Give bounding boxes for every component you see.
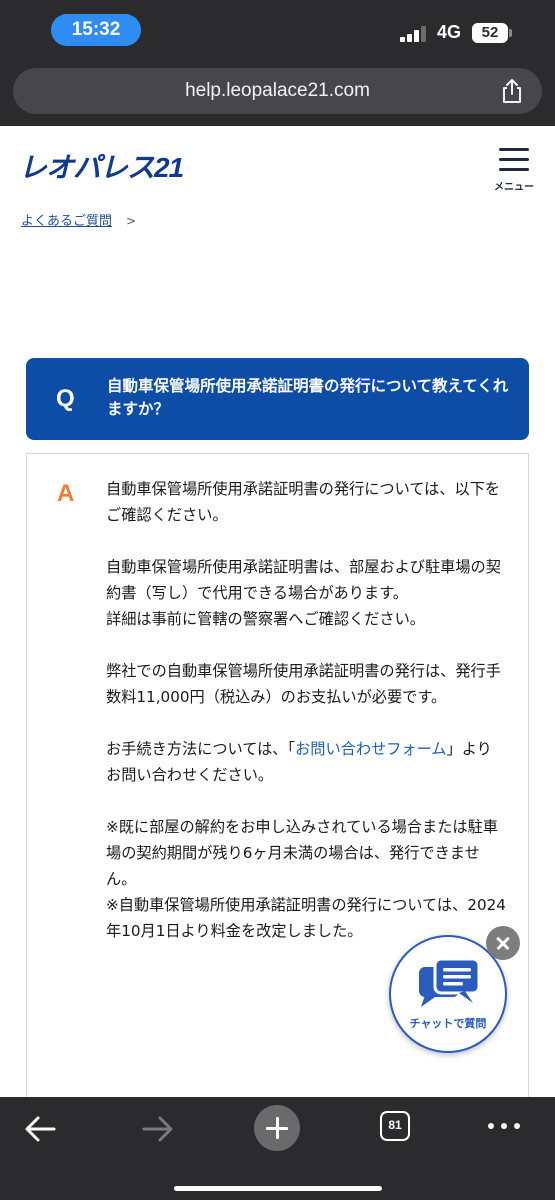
answer-note: ※既に部屋の解約をお申し込みされている場合または駐車場の契約期間が残り6ヶ月未満… [106,818,498,888]
answer-text: お手続き方法については、「 [106,740,296,758]
back-arrow-icon[interactable] [22,1111,58,1147]
plus-icon[interactable] [254,1105,300,1151]
menu-label: メニュー [494,182,534,193]
breadcrumb-faq-link[interactable]: よくあるご質問 [21,214,112,229]
answer-mark: A [57,480,75,507]
close-icon[interactable] [486,926,520,960]
status-bar: 15:32 4G 52 [0,0,555,62]
breadcrumb-separator: > [126,214,137,228]
battery-tip [509,29,512,37]
question-box: Q 自動車保管場所使用承諾証明書の発行について教えてくれますか？ [26,358,529,440]
tab-count-button[interactable]: 81 [380,1111,410,1141]
browser-address-area: help.leopalace21.com [0,62,555,126]
question-text: 自動車保管場所使用承諾証明書の発行について教えてくれますか？ [107,377,509,418]
network-type: 4G [437,22,462,42]
battery-percent: 52 [481,24,499,41]
answer-paragraph: お手続き方法については、「お問い合わせフォーム」よりお問い合わせください。 [106,736,506,788]
contact-form-link[interactable]: お問い合わせフォーム [295,740,446,758]
answer-paragraph: 弊社での自動車保管場所使用承諾証明書の発行は、発行手数料11,000円（税込み）… [106,662,501,706]
chat-label: チャットで質問 [409,1017,487,1030]
signal-icon [400,26,430,42]
question-mark: Q [56,385,75,412]
forward-arrow-icon[interactable] [140,1111,176,1147]
answer-paragraph: 自動車保管場所使用承諾証明書は、部屋および駐車場の契約書（写し）で代用できる場合… [106,558,501,602]
chat-bubble-icon [419,957,481,1007]
answer-paragraph: 詳細は事前に管轄の警察署へご確認ください。 [106,610,425,628]
status-time: 15:32 [51,14,141,46]
menu-button[interactable]: メニュー [487,146,541,196]
answer-paragraph: 自動車保管場所使用承諾証明書の発行については、以下をご確認ください。 [106,480,501,524]
more-dots-icon[interactable] [486,1121,522,1131]
answer-content: 自動車保管場所使用承諾証明書の発行については、以下をご確認ください。 自動車保管… [106,476,506,970]
address-bar[interactable]: help.leopalace21.com [13,68,542,114]
share-icon[interactable] [499,78,525,104]
url-text[interactable]: help.leopalace21.com [13,68,542,114]
site-logo[interactable]: レオパレス21 [19,146,184,186]
home-indicator [174,1186,382,1191]
browser-toolbar: 81 [0,1097,555,1200]
breadcrumb: よくあるご質問 > [21,210,136,229]
battery-icon: 52 [472,23,508,43]
